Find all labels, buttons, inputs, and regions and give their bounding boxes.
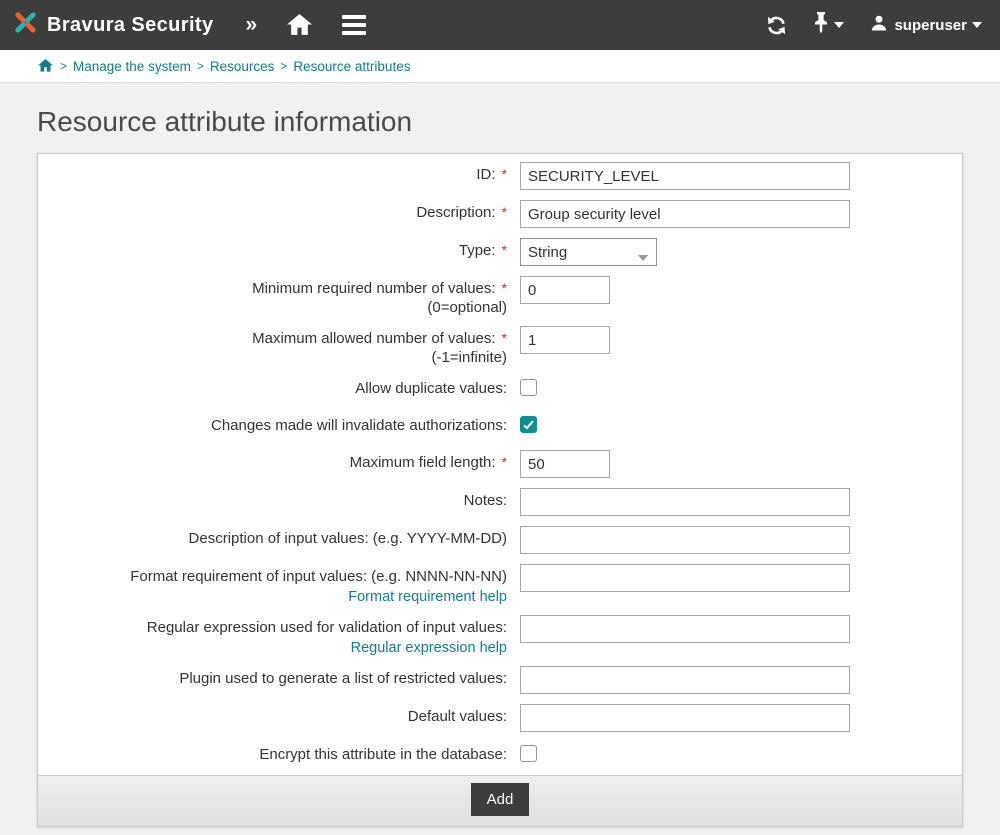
breadcrumb-separator: > — [280, 59, 287, 73]
max-values-sublabel: (-1=infinite) — [38, 349, 507, 366]
plugin-label: Plugin used to generate a list of restri… — [179, 670, 507, 687]
min-values-sublabel: (0=optional) — [38, 299, 507, 316]
default-values-label: Default values: — [408, 708, 507, 725]
add-button[interactable]: Add — [471, 783, 530, 816]
notes-label: Notes: — [464, 492, 507, 509]
form-row-type: Type: * String — [38, 238, 962, 266]
form-row-format-requirement: Format requirement of input values: (e.g… — [38, 564, 962, 605]
brand-logo-icon — [12, 9, 39, 41]
username: superuser — [894, 17, 967, 34]
form-row-invalidate-authorizations: Changes made will invalidate authorizati… — [38, 413, 962, 434]
breadcrumb-link-resources[interactable]: Resources — [210, 59, 275, 74]
description-input[interactable] — [520, 200, 850, 228]
form-row-default-values: Default values: — [38, 704, 962, 732]
breadcrumb-home-icon[interactable] — [38, 59, 53, 73]
regular-expression-input[interactable] — [520, 615, 850, 643]
encrypt-checkbox[interactable] — [520, 745, 537, 762]
input-values-description-label: Description of input values: (e.g. YYYY-… — [189, 530, 507, 547]
required-marker: * — [502, 454, 507, 470]
invalidate-authorizations-checkbox[interactable] — [520, 416, 537, 433]
pin-icon — [813, 12, 829, 39]
min-values-label: Minimum required number of values: — [252, 280, 495, 297]
form-footer: Add — [38, 775, 962, 826]
allow-duplicates-checkbox[interactable] — [520, 379, 537, 396]
form-row-max-values: Maximum allowed number of values: * (-1=i… — [38, 326, 962, 366]
required-marker: * — [502, 280, 507, 296]
brand[interactable]: Bravura Security — [12, 9, 213, 41]
max-field-length-label: Maximum field length: — [350, 454, 496, 471]
format-requirement-input[interactable] — [520, 564, 850, 592]
form-row-regular-expression: Regular expression used for validation o… — [38, 615, 962, 656]
breadcrumb-link-resource-attributes[interactable]: Resource attributes — [293, 59, 410, 74]
brand-name: Bravura Security — [47, 14, 213, 37]
max-values-input[interactable] — [520, 326, 610, 354]
encrypt-label: Encrypt this attribute in the database: — [259, 746, 507, 763]
pin-menu-button[interactable] — [813, 12, 844, 39]
form-row-id: ID: * — [38, 162, 962, 190]
user-icon — [870, 14, 888, 37]
user-menu-button[interactable]: superuser — [870, 14, 982, 37]
form-row-allow-duplicates: Allow duplicate values: — [38, 376, 962, 397]
description-label: Description: — [416, 204, 495, 221]
breadcrumb: > Manage the system > Resources > Resour… — [0, 50, 1000, 83]
breadcrumb-separator: > — [60, 59, 67, 73]
form-row-max-field-length: Maximum field length: * — [38, 450, 962, 478]
form-row-description: Description: * — [38, 200, 962, 228]
menu-icon[interactable] — [342, 15, 366, 35]
id-label: ID: — [476, 166, 495, 183]
format-requirement-help-link[interactable]: Format requirement help — [348, 589, 507, 605]
id-input[interactable] — [520, 162, 850, 190]
max-values-label: Maximum allowed number of values: — [252, 330, 495, 347]
notes-input[interactable] — [520, 488, 850, 516]
plugin-input[interactable] — [520, 666, 850, 694]
type-select[interactable]: String — [520, 238, 657, 266]
regular-expression-label: Regular expression used for validation o… — [147, 619, 507, 636]
breadcrumb-separator: > — [197, 59, 204, 73]
form-row-notes: Notes: — [38, 488, 962, 516]
breadcrumb-link-manage-the-system[interactable]: Manage the system — [73, 59, 191, 74]
refresh-icon[interactable] — [766, 15, 787, 36]
user-caret-icon — [972, 22, 982, 28]
invalidate-authorizations-label: Changes made will invalidate authorizati… — [211, 417, 507, 434]
required-marker: * — [502, 204, 507, 220]
expand-menu-icon[interactable]: » — [245, 13, 257, 37]
page-title: Resource attribute information — [37, 106, 1000, 138]
top-navbar: Bravura Security » — [0, 0, 1000, 50]
max-field-length-input[interactable] — [520, 450, 610, 478]
input-values-description-input[interactable] — [520, 526, 850, 554]
home-icon[interactable] — [287, 14, 312, 37]
format-requirement-label: Format requirement of input values: (e.g… — [130, 568, 507, 585]
required-marker: * — [502, 166, 507, 182]
resource-attribute-form: ID: * Description: * Type: * String — [37, 153, 963, 827]
form-row-encrypt: Encrypt this attribute in the database: — [38, 742, 962, 763]
required-marker: * — [502, 242, 507, 258]
form-row-input-values-description: Description of input values: (e.g. YYYY-… — [38, 526, 962, 554]
regular-expression-help-link[interactable]: Regular expression help — [351, 640, 507, 656]
form-row-min-values: Minimum required number of values: * (0=o… — [38, 276, 962, 316]
form-row-plugin: Plugin used to generate a list of restri… — [38, 666, 962, 694]
required-marker: * — [502, 330, 507, 346]
pin-caret-icon — [834, 22, 844, 28]
type-label: Type: — [459, 242, 496, 259]
allow-duplicates-label: Allow duplicate values: — [355, 380, 507, 397]
min-values-input[interactable] — [520, 276, 610, 304]
default-values-input[interactable] — [520, 704, 850, 732]
check-icon — [523, 418, 533, 429]
